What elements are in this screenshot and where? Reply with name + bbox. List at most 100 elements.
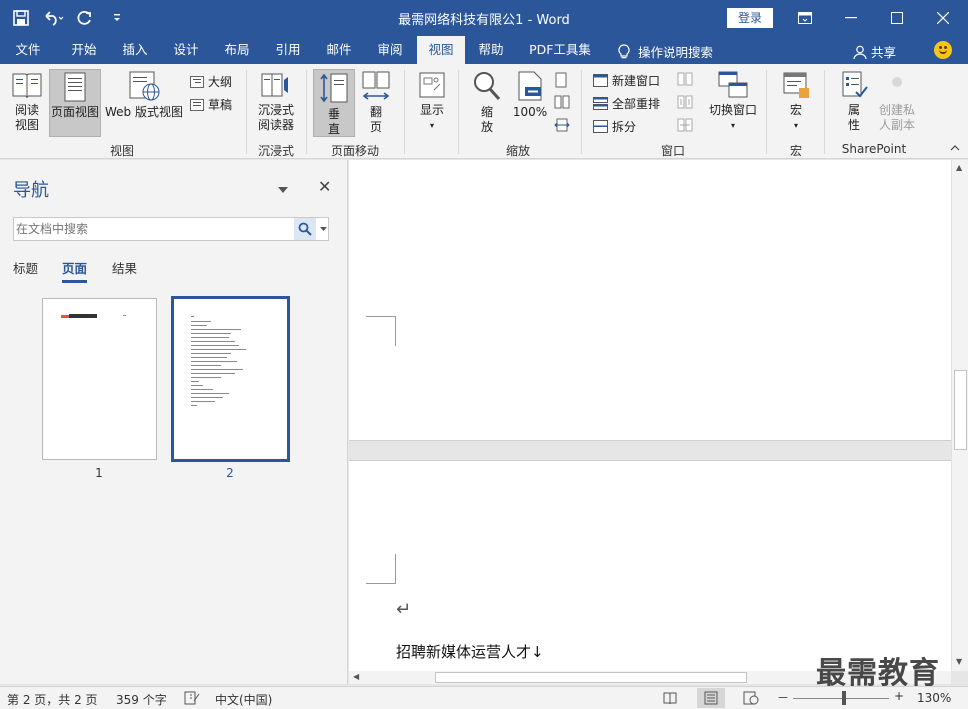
switch-windows-button[interactable]: 切换窗口 ▾ bbox=[705, 70, 761, 138]
undo-icon[interactable] bbox=[40, 6, 66, 30]
feedback-smiley-icon[interactable] bbox=[934, 41, 952, 59]
separator bbox=[824, 70, 825, 154]
search-options-dropdown-icon[interactable] bbox=[317, 218, 329, 240]
tab-review[interactable]: 审阅 bbox=[367, 36, 413, 64]
web-layout-status-icon[interactable] bbox=[743, 691, 759, 708]
separator bbox=[306, 70, 307, 154]
maximize-icon[interactable] bbox=[874, 0, 920, 36]
redo-icon[interactable] bbox=[72, 6, 98, 30]
read-mode-status-icon[interactable] bbox=[663, 691, 677, 708]
vertical-label-2: 直 bbox=[327, 122, 340, 136]
zoom-in-button[interactable]: + bbox=[894, 689, 904, 703]
scroll-down-arrow-icon[interactable]: ▼ bbox=[956, 657, 962, 666]
create-private-copy-button[interactable]: 创建私 人副本 bbox=[874, 70, 920, 138]
page-count-status[interactable]: 第 2 页，共 2 页 bbox=[7, 691, 98, 708]
outline-button[interactable]: 大纲 bbox=[190, 73, 232, 90]
word-count-status[interactable]: 359 个字 bbox=[116, 691, 167, 708]
nav-options-dropdown-icon[interactable] bbox=[278, 182, 288, 193]
separator bbox=[458, 70, 459, 154]
macros-button[interactable]: 宏 ▾ bbox=[776, 70, 816, 138]
private-copy-label-2: 人副本 bbox=[878, 118, 915, 132]
vertical-scrollbar[interactable]: ▲ ▼ bbox=[951, 160, 968, 671]
tell-me-label: 操作说明搜索 bbox=[638, 45, 714, 60]
nav-tab-headings[interactable]: 标题 bbox=[13, 258, 38, 277]
tab-file[interactable]: 文件 bbox=[6, 36, 50, 64]
tab-design[interactable]: 设计 bbox=[163, 36, 209, 64]
zoom-button[interactable]: 缩 放 bbox=[466, 70, 508, 138]
close-icon[interactable] bbox=[920, 0, 966, 36]
vertical-scroll-thumb[interactable] bbox=[954, 370, 967, 450]
multiple-pages-button[interactable] bbox=[554, 95, 570, 109]
thumb-line bbox=[191, 345, 239, 346]
new-window-button[interactable]: 新建窗口 bbox=[593, 72, 660, 89]
horizontal-scroll-thumb[interactable] bbox=[435, 672, 747, 683]
zoom-100-label: 100% bbox=[512, 105, 548, 119]
print-layout-label: 页面视图 bbox=[50, 105, 99, 119]
tab-view[interactable]: 视图 bbox=[417, 36, 465, 64]
zoom-100-button[interactable]: 100% bbox=[510, 70, 550, 138]
outline-label: 大纲 bbox=[208, 75, 233, 89]
zoom-out-button[interactable]: － bbox=[777, 689, 789, 706]
document-area[interactable]: ↵ 招聘新媒体运营人才↓ bbox=[349, 160, 951, 671]
margin-corner-mark bbox=[366, 316, 396, 346]
thumb-line bbox=[191, 321, 211, 322]
draft-button[interactable]: 草稿 bbox=[190, 96, 232, 113]
thumb-line bbox=[191, 405, 197, 406]
login-button[interactable]: 登录 bbox=[727, 8, 773, 28]
search-icon[interactable] bbox=[294, 218, 316, 240]
read-mode-label-1: 阅读 bbox=[14, 103, 39, 117]
proofing-icon[interactable] bbox=[184, 691, 200, 708]
vertical-button[interactable]: 垂 直 bbox=[313, 69, 355, 137]
one-page-button[interactable] bbox=[554, 72, 568, 88]
view-side-by-side-button[interactable] bbox=[677, 72, 693, 86]
sharepoint-group-label: SharePoint bbox=[841, 142, 907, 156]
customize-qat-icon[interactable] bbox=[104, 6, 130, 30]
tab-help[interactable]: 帮助 bbox=[468, 36, 514, 64]
side-to-side-button[interactable]: 翻 页 bbox=[357, 70, 395, 138]
nav-tab-results[interactable]: 结果 bbox=[112, 258, 137, 277]
thumb-line bbox=[191, 329, 241, 330]
zoom-slider[interactable] bbox=[793, 698, 889, 699]
ribbon-display-options-icon[interactable] bbox=[782, 0, 828, 36]
immersive-reader-button[interactable]: 沉浸式 阅读器 bbox=[252, 70, 300, 138]
minimize-icon[interactable] bbox=[828, 0, 874, 36]
tab-pdf-tools[interactable]: PDF工具集 bbox=[522, 36, 598, 64]
save-icon[interactable] bbox=[8, 6, 34, 30]
zoom-slider-thumb[interactable] bbox=[842, 691, 846, 705]
tab-layout[interactable]: 布局 bbox=[214, 36, 260, 64]
print-layout-status-icon[interactable] bbox=[697, 688, 725, 708]
scroll-up-arrow-icon[interactable]: ▲ bbox=[956, 163, 962, 172]
tell-me-search[interactable]: 操作说明搜索 bbox=[618, 42, 713, 61]
tab-insert[interactable]: 插入 bbox=[112, 36, 158, 64]
thumb-line bbox=[191, 381, 199, 382]
reset-window-position-button[interactable] bbox=[677, 118, 693, 132]
nav-tab-pages[interactable]: 页面 bbox=[62, 258, 88, 283]
outline-icon bbox=[190, 75, 204, 88]
split-button[interactable]: 拆分 bbox=[593, 118, 636, 135]
new-window-icon bbox=[593, 74, 608, 87]
collapse-ribbon-icon[interactable] bbox=[950, 140, 960, 154]
read-mode-button[interactable]: 阅读 视图 bbox=[6, 70, 48, 138]
tab-mailings[interactable]: 邮件 bbox=[316, 36, 362, 64]
zoom-level[interactable]: 130% bbox=[917, 691, 951, 705]
ribbon-tabs: 文件 开始 插入 设计 布局 引用 邮件 审阅 视图 帮助 PDF工具集 操作说… bbox=[0, 36, 968, 64]
tab-home[interactable]: 开始 bbox=[60, 36, 108, 64]
synchronous-scrolling-button[interactable] bbox=[677, 95, 693, 109]
page-width-button[interactable] bbox=[554, 118, 570, 132]
tab-references[interactable]: 引用 bbox=[265, 36, 311, 64]
page-thumbnail-2[interactable] bbox=[171, 296, 290, 462]
share-button[interactable]: 共享 bbox=[853, 42, 896, 61]
arrange-all-label: 全部重排 bbox=[612, 97, 661, 111]
language-status[interactable]: 中文(中国) bbox=[215, 691, 272, 708]
print-layout-button[interactable]: 页面视图 bbox=[49, 69, 101, 137]
show-button[interactable]: 显示 ▾ bbox=[412, 70, 452, 138]
scroll-left-arrow-icon[interactable]: ◀ bbox=[353, 672, 359, 681]
arrange-all-button[interactable]: 全部重排 bbox=[593, 95, 660, 112]
nav-close-icon[interactable]: ✕ bbox=[318, 177, 331, 196]
web-layout-button[interactable]: Web 版式视图 bbox=[103, 70, 185, 138]
page-thumbnail-1[interactable] bbox=[42, 298, 157, 460]
properties-button[interactable]: 属 性 bbox=[834, 70, 874, 138]
lightbulb-icon bbox=[618, 43, 630, 58]
nav-search-input[interactable] bbox=[16, 220, 292, 238]
immersive-reader-label-2: 阅读器 bbox=[257, 118, 294, 132]
